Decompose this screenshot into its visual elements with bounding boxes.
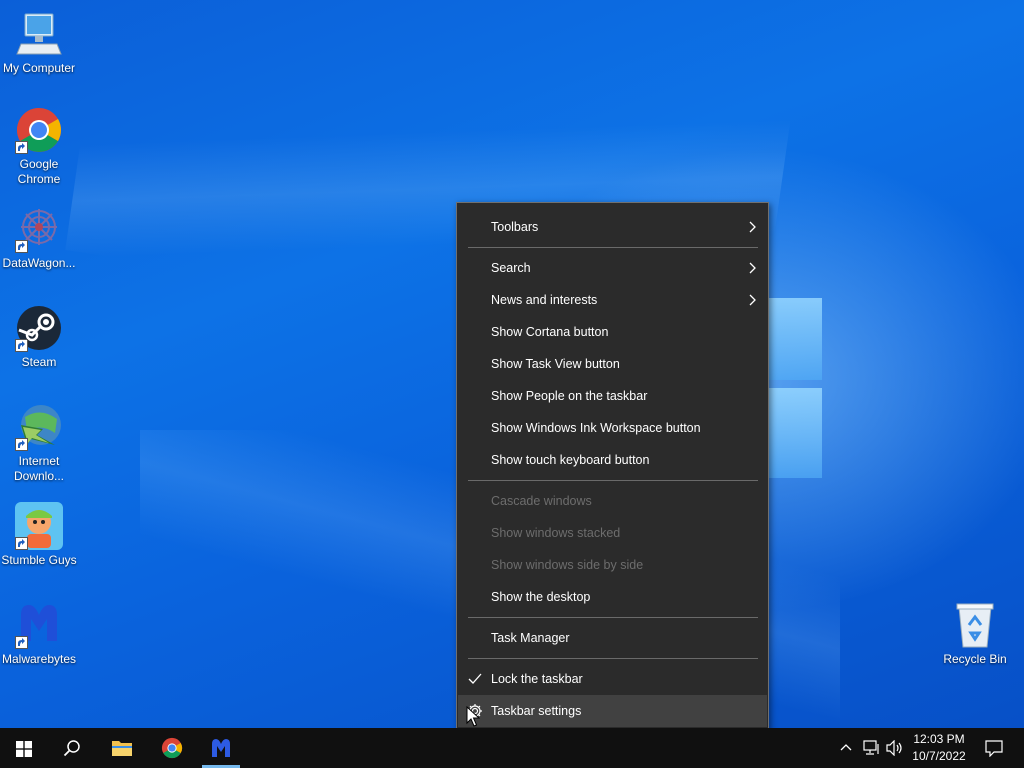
- desktop-icon-recycle-bin[interactable]: Recycle Bin: [936, 601, 1014, 667]
- desktop-icon-stumble-guys[interactable]: Stumble Guys: [0, 502, 78, 568]
- desktop-icon-internet-download-manager[interactable]: Internet Downlo...: [0, 403, 78, 484]
- download-manager-icon: [15, 403, 63, 451]
- menu-item-show-windows-ink-workspace[interactable]: Show Windows Ink Workspace button: [458, 412, 767, 444]
- desktop-icon-label: DataWagon...: [2, 256, 76, 270]
- menu-item-label: Show Task View button: [491, 357, 620, 371]
- menu-item-task-manager[interactable]: Task Manager: [458, 622, 767, 654]
- shortcut-arrow-icon: [15, 537, 28, 550]
- menu-item-label: Show windows side by side: [491, 558, 644, 572]
- menu-item-show-people[interactable]: Show People on the taskbar: [458, 380, 767, 412]
- menu-item-label: Search: [491, 261, 531, 275]
- desktop-icon-label: Internet Downlo...: [13, 454, 65, 483]
- malwarebytes-icon: [15, 601, 63, 649]
- menu-separator: [468, 480, 758, 481]
- desktop-icon-label: Google Chrome: [17, 157, 61, 186]
- desktop-icon-malwarebytes[interactable]: Malwarebytes: [0, 601, 78, 667]
- search-icon: [63, 740, 80, 757]
- network-icon: [863, 740, 879, 755]
- stumble-guys-icon: [15, 502, 63, 550]
- menu-item-label: Show Windows Ink Workspace button: [491, 421, 701, 435]
- wallpaper-windows-logo: [760, 288, 824, 484]
- taskbar[interactable]: 12:03 PM 10/7/2022: [0, 728, 1024, 768]
- menu-item-show-touch-keyboard[interactable]: Show touch keyboard button: [458, 444, 767, 476]
- menu-item-show-windows-side-by-side: Show windows side by side: [458, 549, 767, 581]
- menu-item-label: News and interests: [491, 293, 598, 307]
- taskbar-file-explorer[interactable]: [98, 728, 146, 768]
- chevron-up-icon: [840, 744, 852, 751]
- chevron-right-icon: [749, 294, 756, 306]
- folder-icon: [112, 741, 132, 756]
- steam-icon: [15, 304, 63, 352]
- menu-item-toolbars[interactable]: Toolbars: [458, 211, 767, 243]
- taskbar-context-menu: Toolbars Search News and interests Show …: [456, 202, 769, 736]
- shortcut-arrow-icon: [15, 636, 28, 649]
- malwarebytes-icon: [212, 739, 230, 757]
- volume-button[interactable]: [884, 728, 906, 768]
- datawagon-icon: [15, 205, 63, 253]
- menu-item-show-task-view-button[interactable]: Show Task View button: [458, 348, 767, 380]
- chevron-right-icon: [749, 262, 756, 274]
- menu-item-label: Show the desktop: [491, 590, 591, 604]
- menu-item-taskbar-settings[interactable]: Taskbar settings: [458, 695, 767, 727]
- shortcut-arrow-icon: [15, 240, 28, 253]
- desktop-icon-steam[interactable]: Steam: [0, 304, 78, 370]
- start-button[interactable]: [0, 728, 48, 768]
- chrome-icon: [15, 106, 63, 154]
- clock-time: 12:03 PM: [913, 732, 965, 746]
- desktop-icon-label: Recycle Bin: [943, 652, 1007, 666]
- menu-item-label: Lock the taskbar: [491, 672, 583, 686]
- shortcut-arrow-icon: [15, 141, 28, 154]
- menu-item-search[interactable]: Search: [458, 252, 767, 284]
- menu-item-label: Show Cortana button: [491, 325, 609, 339]
- menu-item-label: Taskbar settings: [491, 704, 582, 718]
- chevron-right-icon: [749, 221, 756, 233]
- desktop-icon-google-chrome[interactable]: Google Chrome: [0, 106, 78, 187]
- menu-item-label: Show windows stacked: [491, 526, 621, 540]
- menu-item-label: Task Manager: [491, 631, 570, 645]
- show-hidden-icons-button[interactable]: [836, 728, 856, 768]
- chrome-icon: [161, 737, 183, 759]
- action-center-button[interactable]: [976, 728, 1012, 768]
- mouse-cursor-icon: [466, 706, 480, 727]
- search-button[interactable]: [48, 728, 96, 768]
- desktop-icon-label: Stumble Guys: [1, 553, 77, 567]
- checkmark-icon: [468, 673, 482, 684]
- menu-separator: [468, 658, 758, 659]
- clock-date: 10/7/2022: [912, 749, 966, 763]
- action-center-icon: [985, 740, 1003, 757]
- taskbar-chrome[interactable]: [148, 728, 196, 768]
- desktop-icon-datawagon[interactable]: DataWagon...: [0, 205, 78, 271]
- shortcut-arrow-icon: [15, 339, 28, 352]
- windows-start-icon: [16, 741, 32, 757]
- menu-item-label: Toolbars: [491, 220, 539, 234]
- menu-item-show-the-desktop[interactable]: Show the desktop: [458, 581, 767, 613]
- volume-icon: [886, 740, 902, 756]
- menu-item-cascade-windows: Cascade windows: [458, 485, 767, 517]
- menu-item-lock-the-taskbar[interactable]: Lock the taskbar: [458, 663, 767, 695]
- menu-separator: [468, 247, 758, 248]
- menu-item-news-and-interests[interactable]: News and interests: [458, 284, 767, 316]
- shortcut-arrow-icon: [15, 438, 28, 451]
- network-button[interactable]: [860, 728, 882, 768]
- taskbar-clock[interactable]: 12:03 PM 10/7/2022: [906, 731, 972, 765]
- menu-separator: [468, 617, 758, 618]
- desktop-icon-label: Malwarebytes: [1, 652, 77, 666]
- menu-item-label: Show People on the taskbar: [491, 389, 648, 403]
- taskbar-malwarebytes[interactable]: [197, 728, 245, 768]
- menu-item-show-windows-stacked: Show windows stacked: [458, 517, 767, 549]
- desktop-icon-my-computer[interactable]: My Computer: [0, 10, 78, 76]
- menu-item-label: Show touch keyboard button: [491, 453, 650, 467]
- desktop-icon-label: Steam: [21, 355, 57, 369]
- menu-item-show-cortana-button[interactable]: Show Cortana button: [458, 316, 767, 348]
- computer-icon: [15, 10, 63, 58]
- menu-item-label: Cascade windows: [491, 494, 592, 508]
- desktop-icon-label: My Computer: [2, 61, 76, 75]
- recycle-bin-icon: [951, 601, 999, 649]
